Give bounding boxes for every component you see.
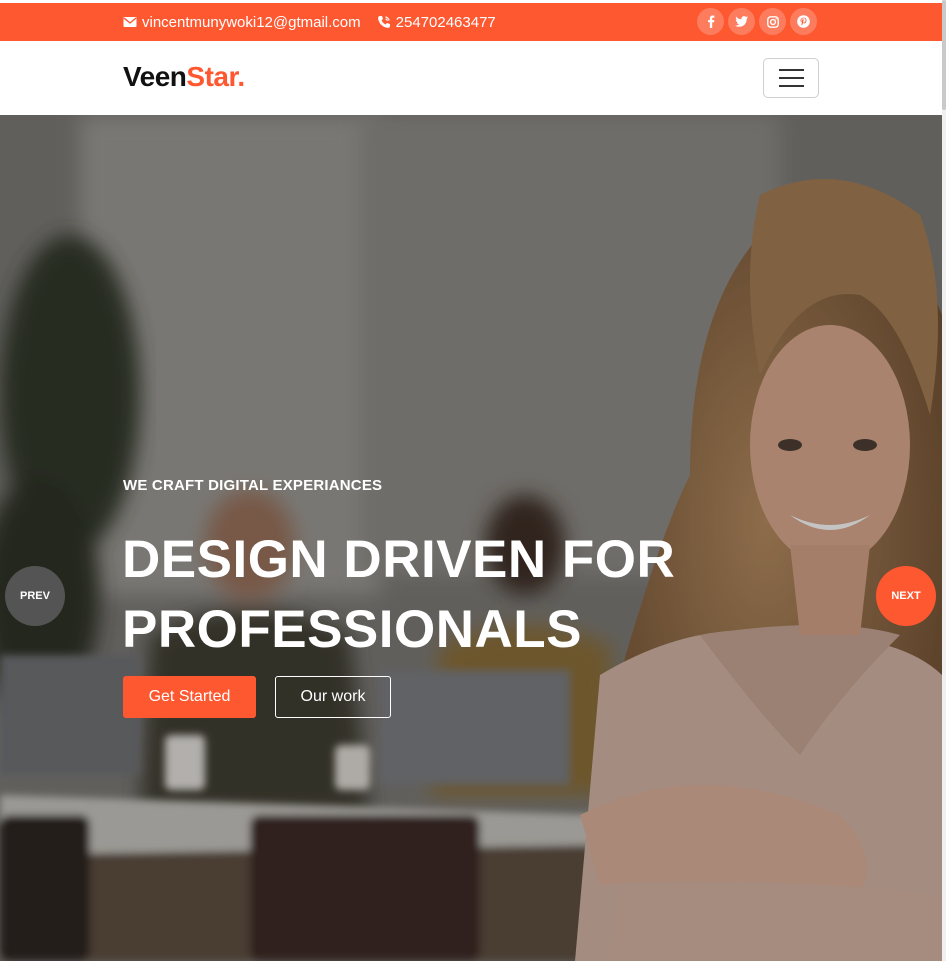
- social-links: [697, 8, 821, 35]
- pinterest-icon: [797, 15, 810, 28]
- instagram-icon: [766, 15, 779, 28]
- facebook-link[interactable]: [697, 8, 724, 35]
- instagram-link[interactable]: [759, 8, 786, 35]
- hero-subtitle: WE CRAFT DIGITAL EXPERIANCES: [123, 477, 383, 494]
- our-work-button[interactable]: Our work: [275, 676, 391, 718]
- carousel-prev-button[interactable]: PREV: [5, 566, 65, 626]
- navbar: VeenStar.: [0, 41, 942, 115]
- phone-icon: [377, 16, 390, 28]
- envelope-icon: [123, 17, 137, 27]
- hero-title-line-2: PROFESSIONALS: [122, 600, 583, 659]
- brand-name-main: Veen: [123, 61, 187, 92]
- brand-name-accent: Star.: [186, 61, 245, 92]
- hero-section: WE CRAFT DIGITAL EXPERIANCES DESIGN DRIV…: [0, 115, 942, 961]
- phone-contact[interactable]: 254702463477: [377, 14, 496, 31]
- twitter-link[interactable]: [728, 8, 755, 35]
- topbar: vincentmunywoki12@gtmail.com 25470246347…: [0, 3, 942, 41]
- email-contact[interactable]: vincentmunywoki12@gtmail.com: [123, 14, 361, 31]
- scrollbar-thumb[interactable]: [942, 0, 946, 110]
- phone-text: 254702463477: [395, 13, 496, 31]
- get-started-button[interactable]: Get Started: [123, 676, 256, 718]
- carousel-next-button[interactable]: NEXT: [876, 566, 936, 626]
- pinterest-link[interactable]: [790, 8, 817, 35]
- page: vincentmunywoki12@gtmail.com 25470246347…: [0, 0, 946, 961]
- email-text: vincentmunywoki12@gtmail.com: [142, 13, 361, 31]
- menu-toggle-button[interactable]: [763, 58, 819, 98]
- hero-title-line-1: DESIGN DRIVEN FOR: [122, 530, 676, 589]
- twitter-icon: [735, 16, 748, 27]
- hamburger-icon: [778, 69, 804, 71]
- facebook-icon: [707, 15, 714, 28]
- brand-logo[interactable]: VeenStar.: [123, 61, 245, 93]
- contact-info: vincentmunywoki12@gtmail.com 25470246347…: [123, 3, 512, 41]
- scrollbar[interactable]: [942, 0, 946, 961]
- hero-title: DESIGN DRIVEN FOR PROFESSIONALS: [122, 525, 675, 665]
